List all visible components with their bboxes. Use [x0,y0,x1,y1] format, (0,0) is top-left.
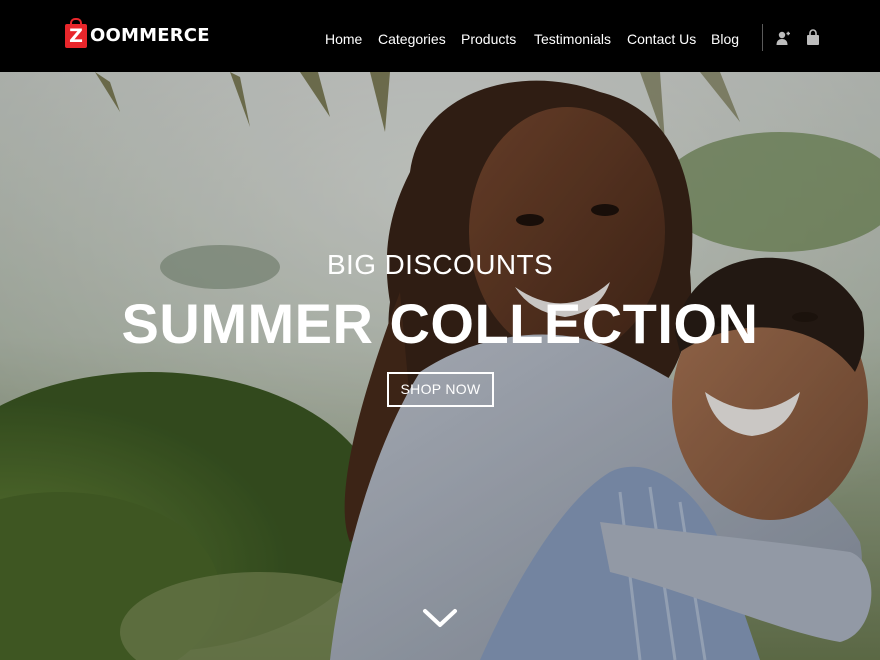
nav-item-contact-us[interactable]: Contact Us [627,29,696,49]
nav-item-products[interactable]: Products [461,29,516,49]
nav-item-testimonials[interactable]: Testimonials [534,29,611,49]
hero-kicker: BIG DISCOUNTS [326,249,554,280]
logo-wordmark: OOMMERCE [90,24,210,46]
hero-title: SUMMER COLLECTION [121,292,759,355]
chevron-down-icon[interactable] [422,606,458,630]
nav-item-blog[interactable]: Blog [711,29,739,49]
user-icon[interactable] [775,30,791,46]
shopping-bag-icon[interactable] [806,29,822,45]
nav-divider [762,24,763,51]
nav-item-categories[interactable]: Categories [378,29,446,49]
logo-badge: Z [65,17,87,48]
hero-banner: BIG DISCOUNTS SUMMER COLLECTION SHOP NOW [0,72,880,660]
shop-now-button[interactable]: SHOP NOW [387,372,494,407]
page: Z OOMMERCE Home Categories Products Test… [0,0,880,660]
nav-item-home[interactable]: Home [325,29,362,49]
site-header: Z OOMMERCE Home Categories Products Test… [0,0,880,72]
hero-overlay [0,72,880,660]
site-logo[interactable]: Z OOMMERCE [65,17,210,48]
